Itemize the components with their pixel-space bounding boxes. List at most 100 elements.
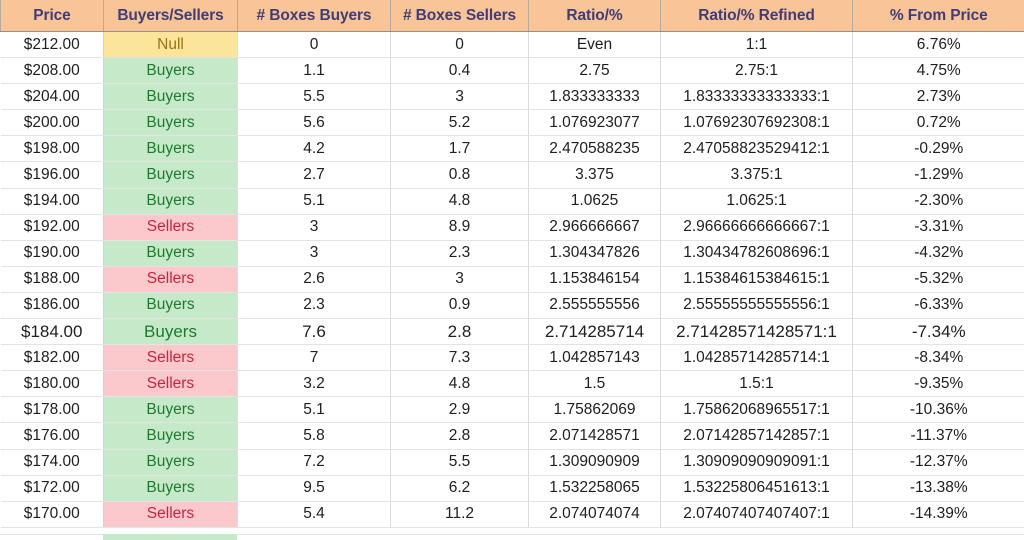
cell-ratio[interactable]: 2.966666667 [528, 214, 661, 241]
cell-buyers-sellers[interactable]: Sellers [103, 214, 238, 241]
cell-price[interactable]: $188.00 [0, 266, 104, 293]
cell-buyers-sellers[interactable]: Sellers [103, 344, 238, 372]
cell-ratio[interactable]: 1.309090909 [528, 449, 661, 476]
cell-pct-from-price[interactable]: -14.39% [852, 501, 1024, 528]
cell-ratio-refined[interactable]: 1.5:1 [660, 370, 853, 398]
cell-pct-from-price[interactable]: -13.38% [852, 475, 1024, 502]
cell-ratio-refined[interactable]: 1.30909090909091:1 [660, 449, 853, 476]
cell-pct-from-price[interactable]: 6.76% [852, 31, 1024, 59]
cell-boxes-sellers[interactable]: 2.3 [390, 240, 529, 267]
cell-pct-from-price[interactable]: -3.31% [852, 214, 1024, 241]
cell-boxes-sellers[interactable]: 4.8 [390, 370, 529, 398]
cell-buyers-sellers[interactable]: Buyers [103, 161, 238, 189]
cell-ratio-refined[interactable]: 2.55555555555556:1 [660, 292, 853, 320]
cell-ratio-refined[interactable]: 1.83333333333333:1 [660, 83, 853, 111]
column-header-ratio-refined[interactable]: Ratio/% Refined [660, 0, 853, 32]
cell-boxes-sellers[interactable]: 5.2 [390, 109, 529, 137]
cell-boxes-sellers[interactable]: 0 [390, 31, 529, 59]
cell-ratio[interactable]: 1.042857143 [528, 344, 661, 372]
cell-ratio-refined[interactable]: 1.04285714285714:1 [660, 344, 853, 372]
cell-pct-from-price[interactable]: -9.35% [852, 370, 1024, 398]
cell-price[interactable]: $180.00 [0, 370, 104, 398]
cell-buyers-sellers[interactable]: Buyers [103, 240, 238, 267]
table-row[interactable]: $188.00 Sellers 2.6 3 1.153846154 1.153846153… [0, 266, 1024, 293]
cell-ratio[interactable]: Even [528, 31, 661, 59]
cell-ratio-refined[interactable]: 2.07142857142857:1 [660, 422, 853, 450]
cell-pct-from-price[interactable]: -0.29% [852, 135, 1024, 163]
cell-boxes-buyers[interactable]: 5.1 [237, 396, 391, 424]
cell-buyers-sellers[interactable]: Buyers [103, 135, 238, 163]
cell-ratio-refined[interactable]: 1.0625:1 [660, 188, 853, 215]
cell-pct-from-price[interactable]: -12.37% [852, 449, 1024, 476]
cell-boxes-sellers[interactable]: 2.8 [390, 318, 529, 346]
cell-boxes-buyers[interactable]: 7.6 [237, 318, 391, 346]
cell-boxes-sellers[interactable]: 7.3 [390, 344, 529, 372]
cell-boxes-sellers[interactable]: 4.8 [390, 188, 529, 215]
cell-ratio-refined[interactable]: 1.75862068965517:1 [660, 396, 853, 424]
cell-price[interactable]: $204.00 [0, 83, 104, 111]
cell-boxes-buyers[interactable]: 2.3 [237, 292, 391, 320]
cell-ratio[interactable]: 1.153846154 [528, 266, 661, 293]
cell-ratio[interactable]: 1.532258065 [528, 475, 661, 502]
column-header-boxes-sellers[interactable]: # Boxes Sellers [390, 0, 529, 32]
table-row[interactable]: $192.00 Sellers 3 8.9 2.966666667 2.966666666… [0, 214, 1024, 241]
cell-buyers-sellers[interactable]: Buyers [103, 318, 238, 346]
cell-price[interactable]: $174.00 [0, 449, 104, 476]
column-header-price[interactable]: Price [0, 0, 104, 32]
cell-price[interactable]: $186.00 [0, 292, 104, 320]
cell-price[interactable]: $190.00 [0, 240, 104, 267]
table-row[interactable]: $180.00 Sellers 3.2 4.8 1.5 1.5:1 -9.35% [0, 370, 1024, 398]
cell-ratio[interactable]: 1.076923077 [528, 109, 661, 137]
cell-boxes-buyers[interactable]: 5.1 [237, 188, 391, 215]
table-row[interactable]: $182.00 Sellers 7 7.3 1.042857143 1.042857142… [0, 344, 1024, 372]
cell-buyers-sellers[interactable]: Null [103, 31, 238, 59]
table-row[interactable]: $200.00 Buyers 5.6 5.2 1.076923077 1.07692307… [0, 109, 1024, 137]
cell-pct-from-price[interactable]: -7.34% [852, 318, 1024, 346]
cell-boxes-buyers[interactable]: 0 [237, 31, 391, 59]
table-row[interactable]: $212.00 Null 0 0 Even 1:1 6.76% [0, 31, 1024, 59]
cell-price[interactable]: $200.00 [0, 109, 104, 137]
cell-pct-from-price[interactable]: -5.32% [852, 266, 1024, 293]
cell-buyers-sellers[interactable]: Buyers [103, 57, 238, 85]
cell-price[interactable]: $176.00 [0, 422, 104, 450]
cell-pct-from-price[interactable]: 2.73% [852, 83, 1024, 111]
cell-price[interactable]: $178.00 [0, 396, 104, 424]
cell-boxes-sellers[interactable]: 2.9 [390, 396, 529, 424]
cell-boxes-buyers[interactable]: 2.7 [237, 161, 391, 189]
cell-boxes-buyers[interactable]: 9.5 [237, 475, 391, 502]
cell-pct-from-price[interactable]: -10.36% [852, 396, 1024, 424]
column-header-ratio[interactable]: Ratio/% [528, 0, 661, 32]
cell-price[interactable]: $198.00 [0, 135, 104, 163]
cell-ratio-refined[interactable]: 1.07692307692308:1 [660, 109, 853, 137]
cell-boxes-buyers[interactable]: 5.6 [237, 109, 391, 137]
cell-price[interactable]: $192.00 [0, 214, 104, 241]
cell-ratio-refined[interactable]: 1:1 [660, 31, 853, 59]
cell-ratio[interactable]: 3.375 [528, 161, 661, 189]
cell-boxes-buyers[interactable]: 7 [237, 344, 391, 372]
cell-boxes-buyers[interactable]: 3.2 [237, 370, 391, 398]
cell-pct-from-price[interactable]: -8.34% [852, 344, 1024, 372]
cell-ratio[interactable]: 1.75862069 [528, 396, 661, 424]
cell-ratio-refined[interactable]: 1.15384615384615:1 [660, 266, 853, 293]
cell-pct-from-price[interactable]: -2.30% [852, 188, 1024, 215]
cell-buyers-sellers[interactable]: Sellers [103, 501, 238, 528]
cell-pct-from-price[interactable]: 4.75% [852, 57, 1024, 85]
cell-boxes-buyers[interactable]: 1.1 [237, 57, 391, 85]
table-row[interactable]: $196.00 Buyers 2.7 0.8 3.375 3.375:1 -1.29% [0, 161, 1024, 189]
cell-ratio[interactable]: 1.833333333 [528, 83, 661, 111]
cell-boxes-sellers[interactable]: 3 [390, 83, 529, 111]
cell-boxes-sellers[interactable]: 11.2 [390, 501, 529, 528]
cell-ratio[interactable]: 2.074074074 [528, 501, 661, 528]
cell-pct-from-price[interactable]: -11.37% [852, 422, 1024, 450]
table-row[interactable]: $208.00 Buyers 1.1 0.4 2.75 2.75:1 4.75% [0, 57, 1024, 85]
table-row[interactable]: $172.00 Buyers 9.5 6.2 1.532258065 1.53225806… [0, 475, 1024, 502]
table-row[interactable]: $176.00 Buyers 5.8 2.8 2.071428571 2.07142857… [0, 422, 1024, 450]
cell-pct-from-price[interactable]: 0.72% [852, 109, 1024, 137]
cell-price[interactable]: $184.00 [0, 318, 104, 346]
cell-price[interactable]: $170.00 [0, 501, 104, 528]
table-row[interactable]: $186.00 Buyers 2.3 0.9 2.555555556 2.55555555… [0, 292, 1024, 320]
cell-buyers-sellers[interactable]: Buyers [103, 422, 238, 450]
cell-ratio[interactable]: 2.071428571 [528, 422, 661, 450]
cell-ratio-refined[interactable]: 2.71428571428571:1 [660, 318, 853, 346]
column-header-boxes-buyers[interactable]: # Boxes Buyers [237, 0, 391, 32]
